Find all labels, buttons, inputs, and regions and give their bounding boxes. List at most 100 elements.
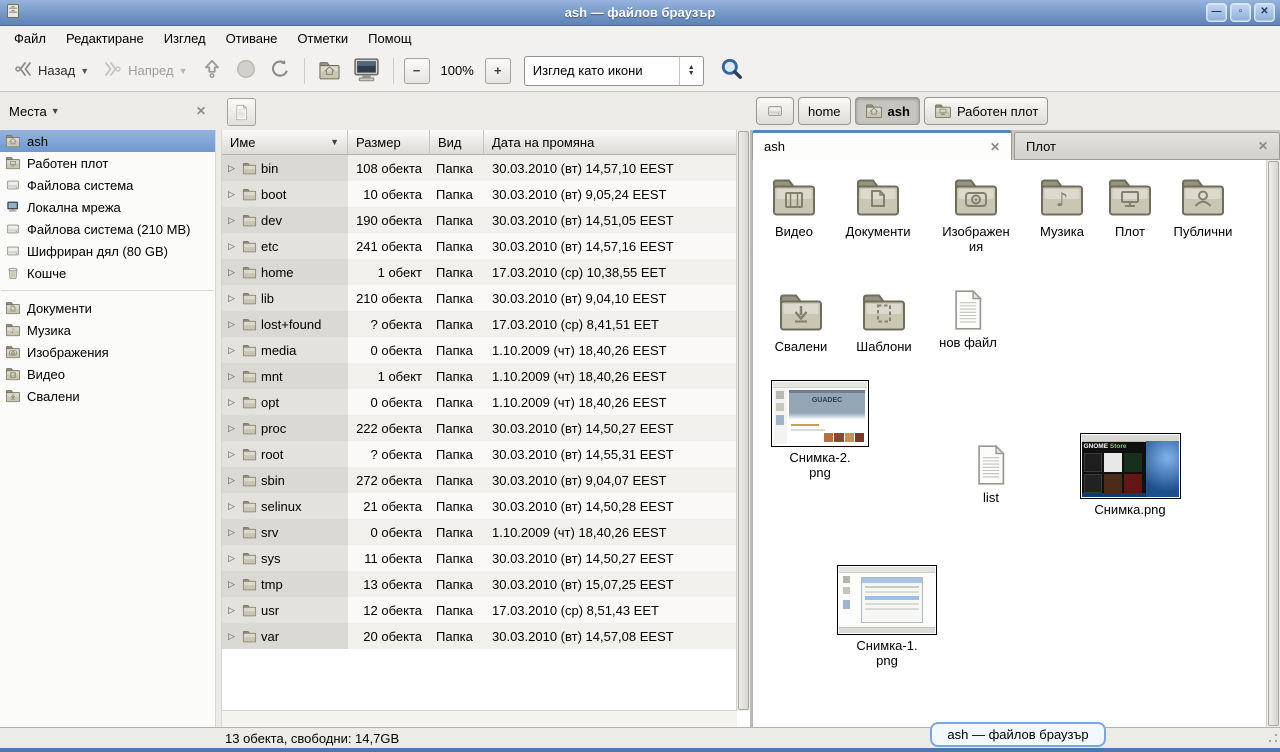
back-dropdown-icon[interactable]: ▼ bbox=[80, 66, 89, 76]
close-button[interactable]: ✕ bbox=[1254, 3, 1275, 22]
table-row[interactable]: ▷usr12 обектаПапка17.03.2010 (ср) 8,51,4… bbox=[222, 597, 737, 623]
expander-icon[interactable]: ▷ bbox=[225, 397, 238, 408]
column-header-Дата на промяна[interactable]: Дата на промяна bbox=[484, 130, 737, 155]
table-row[interactable]: ▷dev190 обектаПапка30.03.2010 (вт) 14,51… bbox=[222, 207, 737, 233]
zoom-in-button[interactable]: + bbox=[485, 58, 511, 84]
sidebar-item-Свалени[interactable]: Свалени bbox=[0, 385, 215, 407]
table-row[interactable]: ▷opt0 обектаПапка1.10.2009 (чт) 18,40,26… bbox=[222, 389, 737, 415]
table-row[interactable]: ▷srv0 обектаПапка1.10.2009 (чт) 18,40,26… bbox=[222, 519, 737, 545]
table-row[interactable]: ▷lib210 обектаПапка30.03.2010 (вт) 9,04,… bbox=[222, 285, 737, 311]
sidebar-item-Музика[interactable]: ♪Музика bbox=[0, 319, 215, 341]
forward-button[interactable]: Напред ▼ bbox=[96, 54, 194, 87]
menu-item-Изглед[interactable]: Изглед bbox=[154, 28, 216, 49]
resize-grip-icon[interactable] bbox=[1267, 732, 1279, 747]
sidebar-item-Видео[interactable]: Видео bbox=[0, 363, 215, 385]
sidebar-item-Файлова система (210 MB)[interactable]: Файлова система (210 MB) bbox=[0, 218, 215, 240]
view-mode-select[interactable]: Изглед като икони ▲▼ bbox=[524, 56, 704, 86]
table-row[interactable]: ▷proc222 обектаПапка30.03.2010 (вт) 14,5… bbox=[222, 415, 737, 441]
expander-icon[interactable]: ▷ bbox=[225, 319, 238, 330]
expander-icon[interactable]: ▷ bbox=[225, 501, 238, 512]
computer-button[interactable] bbox=[347, 52, 386, 90]
iconview-item-Публични[interactable]: Публични bbox=[1153, 173, 1253, 239]
stop-button[interactable] bbox=[229, 53, 263, 88]
places-close-icon[interactable]: ✕ bbox=[196, 104, 206, 118]
pane-toggle-button[interactable] bbox=[227, 98, 256, 126]
sidebar-item-Файлова система[interactable]: Файлова система bbox=[0, 174, 215, 196]
path-button-Работен плот[interactable]: Работен плот bbox=[924, 97, 1048, 125]
table-row[interactable]: ▷lost+found? обектаПапка17.03.2010 (ср) … bbox=[222, 311, 737, 337]
iconview-item-Снимка-2.png[interactable]: GUADECСнимка-2.png bbox=[770, 380, 870, 480]
table-row[interactable]: ▷mnt1 обектПапка1.10.2009 (чт) 18,40,26 … bbox=[222, 363, 737, 389]
iconview-item-нов файл[interactable]: нов файл bbox=[918, 288, 1018, 350]
expander-icon[interactable]: ▷ bbox=[225, 631, 238, 642]
expander-icon[interactable]: ▷ bbox=[225, 449, 238, 460]
menu-item-Файл[interactable]: Файл bbox=[4, 28, 56, 49]
column-header-Размер[interactable]: Размер bbox=[348, 130, 430, 155]
minimize-button[interactable]: — bbox=[1206, 3, 1227, 22]
menu-item-Отметки[interactable]: Отметки bbox=[287, 28, 358, 49]
places-dropdown-icon[interactable]: ▼ bbox=[51, 106, 60, 116]
expander-icon[interactable]: ▷ bbox=[225, 163, 238, 174]
scrollbar-thumb[interactable] bbox=[1268, 161, 1279, 726]
tree-vertical-scrollbar[interactable] bbox=[736, 130, 750, 711]
menu-item-Помощ[interactable]: Помощ bbox=[358, 28, 421, 49]
table-row[interactable]: ▷home1 обектПапка17.03.2010 (ср) 10,38,5… bbox=[222, 259, 737, 285]
iconview-vertical-scrollbar[interactable] bbox=[1266, 160, 1280, 727]
menu-item-Редактиране[interactable]: Редактиране bbox=[56, 28, 154, 49]
column-header-Име[interactable]: Име▼ bbox=[222, 130, 348, 155]
sidebar-item-Документи[interactable]: Документи bbox=[0, 297, 215, 319]
expander-icon[interactable]: ▷ bbox=[225, 267, 238, 278]
menu-item-Отиване[interactable]: Отиване bbox=[216, 28, 288, 49]
expander-icon[interactable]: ▷ bbox=[225, 189, 238, 200]
scrollbar-thumb[interactable] bbox=[738, 131, 749, 710]
table-row[interactable]: ▷sbin272 обектаПапка30.03.2010 (вт) 9,04… bbox=[222, 467, 737, 493]
icon-view[interactable]: ВидеоДокументиИзображения♪МузикаПлотПубл… bbox=[752, 160, 1267, 727]
table-row[interactable]: ▷var20 обектаПапка30.03.2010 (вт) 14,57,… bbox=[222, 623, 737, 649]
expander-icon[interactable]: ▷ bbox=[225, 475, 238, 486]
sidebar-item-Работен плот[interactable]: Работен плот bbox=[0, 152, 215, 174]
search-button[interactable] bbox=[714, 52, 750, 89]
maximize-button[interactable]: ▫ bbox=[1230, 3, 1251, 22]
places-title[interactable]: Места bbox=[9, 104, 47, 119]
zoom-out-button[interactable]: − bbox=[404, 58, 430, 84]
column-header-Вид[interactable]: Вид bbox=[430, 130, 484, 155]
titlebar[interactable]: ash — файлов браузър — ▫ ✕ bbox=[0, 0, 1280, 26]
reload-button[interactable] bbox=[263, 53, 297, 88]
path-button-ash[interactable]: ash bbox=[855, 97, 920, 125]
tab-close-icon[interactable]: ✕ bbox=[990, 140, 1000, 154]
back-button[interactable]: Назад ▼ bbox=[6, 54, 96, 87]
expander-icon[interactable]: ▷ bbox=[225, 605, 238, 616]
table-row[interactable]: ▷bin108 обектаПапка30.03.2010 (вт) 14,57… bbox=[222, 155, 737, 181]
tab-close-icon[interactable]: ✕ bbox=[1258, 139, 1268, 153]
iconview-item-Снимка.png[interactable]: GNOME StoreСнимка.png bbox=[1080, 433, 1180, 517]
home-button[interactable] bbox=[312, 54, 347, 87]
table-row[interactable]: ▷etc241 обектаПапка30.03.2010 (вт) 14,57… bbox=[222, 233, 737, 259]
expander-icon[interactable]: ▷ bbox=[225, 293, 238, 304]
expander-icon[interactable]: ▷ bbox=[225, 215, 238, 226]
expander-icon[interactable]: ▷ bbox=[225, 553, 238, 564]
tree-horizontal-scrollbar[interactable] bbox=[222, 710, 737, 727]
sidebar-item-Локална мрежа[interactable]: Локална мрежа bbox=[0, 196, 215, 218]
table-row[interactable]: ▷sys11 обектаПапка30.03.2010 (вт) 14,50,… bbox=[222, 545, 737, 571]
table-row[interactable]: ▷media0 обектаПапка1.10.2009 (чт) 18,40,… bbox=[222, 337, 737, 363]
path-button-home[interactable]: home bbox=[798, 97, 851, 125]
iconview-item-Документи[interactable]: Документи bbox=[828, 173, 928, 239]
expander-icon[interactable]: ▷ bbox=[225, 423, 238, 434]
table-row[interactable]: ▷selinux21 обектаПапка30.03.2010 (вт) 14… bbox=[222, 493, 737, 519]
table-row[interactable]: ▷tmp13 обектаПапка30.03.2010 (вт) 15,07,… bbox=[222, 571, 737, 597]
up-button[interactable] bbox=[195, 53, 229, 88]
tab-Плот[interactable]: Плот✕ bbox=[1014, 132, 1280, 160]
expander-icon[interactable]: ▷ bbox=[225, 371, 238, 382]
path-button-root[interactable] bbox=[756, 97, 794, 125]
pane-splitter[interactable] bbox=[215, 130, 222, 727]
iconview-item-Снимка-1.png[interactable]: Снимка-1.png bbox=[837, 565, 937, 668]
expander-icon[interactable]: ▷ bbox=[225, 579, 238, 590]
forward-dropdown-icon[interactable]: ▼ bbox=[179, 66, 188, 76]
expander-icon[interactable]: ▷ bbox=[225, 345, 238, 356]
expander-icon[interactable]: ▷ bbox=[225, 241, 238, 252]
table-row[interactable]: ▷root? обектаПапка30.03.2010 (вт) 14,55,… bbox=[222, 441, 737, 467]
table-row[interactable]: ▷boot10 обектаПапка30.03.2010 (вт) 9,05,… bbox=[222, 181, 737, 207]
sidebar-item-ash[interactable]: ash bbox=[0, 130, 215, 152]
sidebar-item-Изображения[interactable]: Изображения bbox=[0, 341, 215, 363]
taskbar-window-button[interactable]: ash — файлов браузър bbox=[930, 722, 1106, 747]
